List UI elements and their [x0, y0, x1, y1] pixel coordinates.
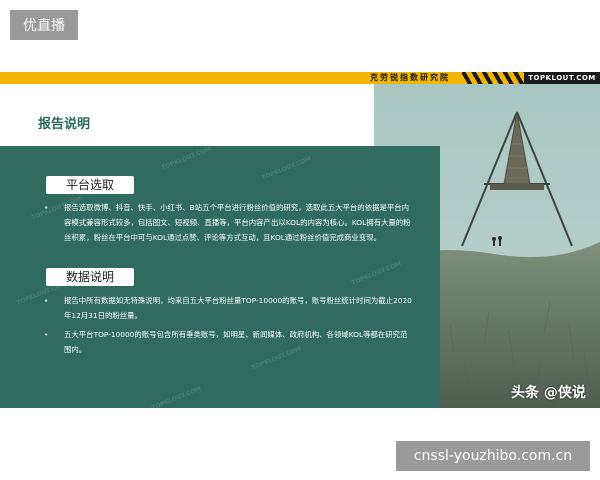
bullet-data-source: • 报告中所有数据如无特殊说明，均来自五大平台粉丝量TOP-10000的账号，账… [44, 293, 414, 323]
bullet-data-scope: • 五大平台TOP-10000的账号包含所有垂类账号，如明星、新闻媒体、政府机构… [44, 327, 414, 357]
bullet-dot: • [44, 203, 49, 212]
section-title-platform: 平台选取 [46, 176, 134, 194]
page-heading: 报告说明 [38, 117, 91, 132]
bullet-text: 报告中所有数据如无特殊说明，均来自五大平台粉丝量TOP-10000的账号，账号粉… [64, 296, 412, 320]
corner-tag: 优直播 [10, 10, 78, 40]
bullet-platform-selection: • 报告选取微博、抖音、快手、小红书、B站五个平台进行粉丝价值的研究，选取此五大… [44, 200, 414, 245]
bullet-dot: • [44, 296, 49, 305]
section-title-data: 数据说明 [46, 268, 134, 286]
bullet-text: 五大平台TOP-10000的账号包含所有垂类账号，如明星、新闻媒体、政府机构、各… [64, 330, 408, 354]
bullet-text: 报告选取微博、抖音、快手、小红书、B站五个平台进行粉丝价值的研究，选取此五大平台… [64, 203, 411, 242]
bullet-dot: • [44, 330, 49, 339]
institute-name: 克劳锐指数研究院 [355, 72, 465, 84]
photo-credit: 头条 @侠说 [511, 385, 586, 401]
footer-url-tag[interactable]: cnssl-youzhibo.com.cn [396, 441, 590, 471]
stripe-decoration [462, 72, 524, 84]
brand-logo: TOPKLOUT.COM [524, 72, 600, 84]
